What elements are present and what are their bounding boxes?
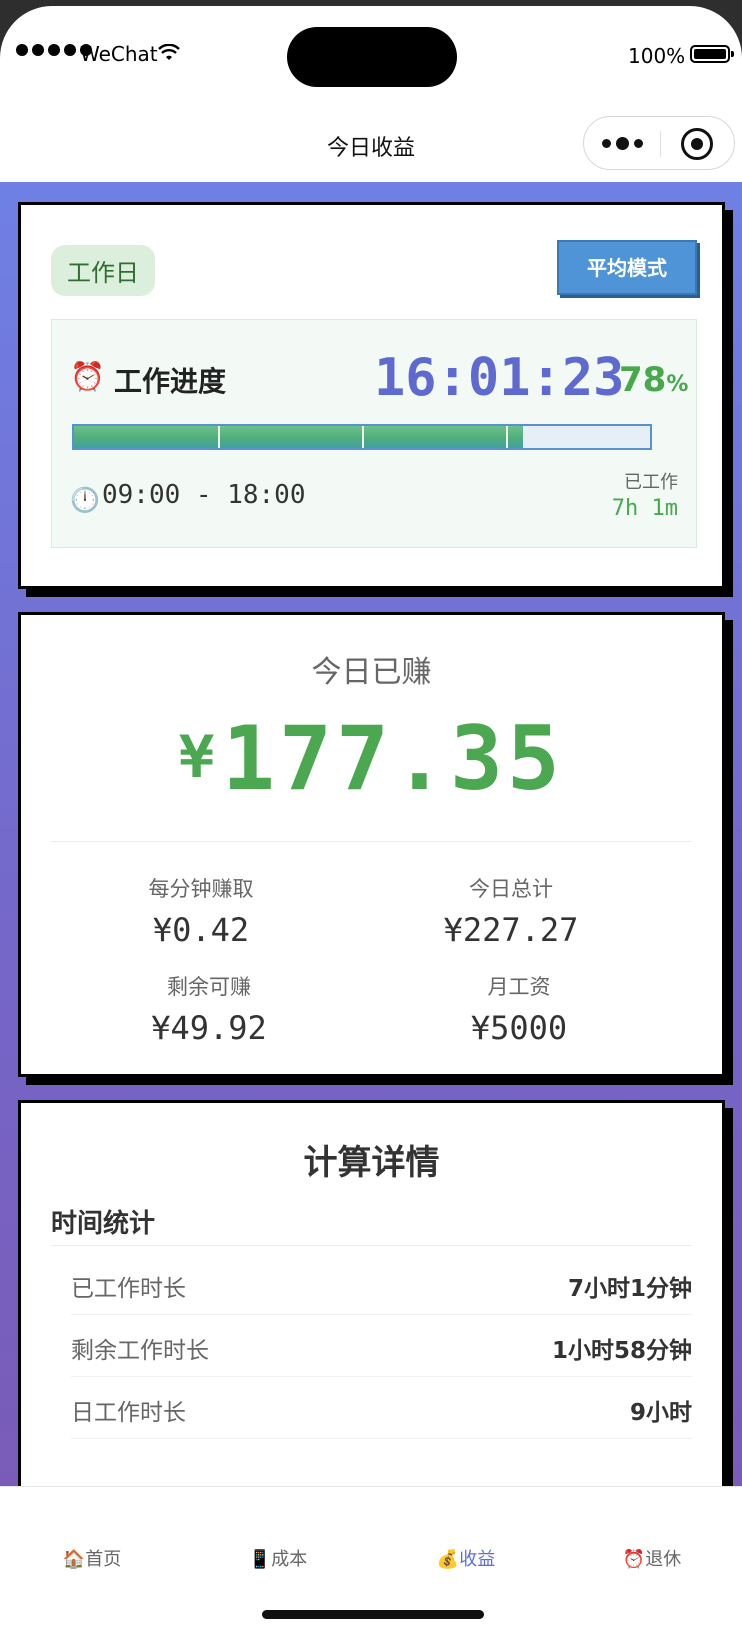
nav-bar: 今日收益: [0, 106, 742, 182]
details-card: 计算详情 时间统计 已工作时长 7小时1分钟 剩余工作时长 1小时58分钟 日工…: [18, 1100, 725, 1492]
more-icon[interactable]: [602, 137, 643, 150]
wifi-icon: [158, 44, 180, 60]
detail-value: 1小时58分钟: [551, 1338, 692, 1364]
section-title: 时间统计: [51, 1209, 156, 1239]
capsule-divider: [660, 131, 661, 157]
close-target-icon[interactable]: [681, 128, 713, 160]
stat-label: 今日总计: [469, 877, 553, 901]
stat-value: ¥227.27: [443, 911, 579, 949]
home-indicator: [262, 1610, 484, 1619]
earned-today-amount: ¥177.35: [21, 707, 722, 810]
status-bar: WeChat 100%: [0, 6, 742, 106]
progress-bar: [72, 424, 652, 450]
dynamic-island: [287, 27, 457, 87]
detail-label: 已工作时长: [71, 1276, 186, 1302]
detail-value: 7小时1分钟: [567, 1276, 692, 1302]
stat-value: ¥5000: [470, 1009, 568, 1047]
progress-tick: [506, 426, 508, 448]
progress-bar-fill: [74, 426, 524, 448]
tab-home[interactable]: 🏠首页: [12, 1545, 172, 1571]
progress-tick: [218, 426, 220, 448]
progress-percent: 78%: [619, 360, 688, 400]
stat-label: 剩余可赚: [167, 975, 251, 999]
worked-duration: 7h 1m: [611, 496, 678, 521]
detail-label: 日工作时长: [71, 1400, 186, 1426]
battery-percent: 100%: [628, 44, 686, 68]
stat-per-minute: 每分钟赚取 ¥0.42: [51, 873, 351, 949]
progress-tick: [362, 426, 364, 448]
divider: [51, 841, 692, 842]
money-bag-icon: 💰: [436, 1549, 460, 1570]
stat-value: ¥0.42: [152, 911, 250, 949]
home-icon: 🏠: [62, 1549, 86, 1570]
work-hours: 09:00 - 18:00: [102, 480, 306, 510]
worked-label: 已工作: [624, 472, 678, 493]
mode-button[interactable]: 平均模式: [557, 240, 697, 295]
stat-monthly-salary: 月工资 ¥5000: [369, 971, 669, 1047]
detail-row: 日工作时长 9小时: [71, 1377, 692, 1439]
progress-card: 工作日 平均模式 ⏰ 工作进度 16:01:23 78% 🕛 09:00 - 1…: [18, 202, 725, 589]
carrier-name: WeChat: [80, 42, 158, 66]
tab-label: 首页: [85, 1549, 122, 1570]
stat-value: ¥49.92: [151, 1009, 267, 1047]
tab-label: 成本: [271, 1549, 308, 1570]
stat-label: 月工资: [487, 975, 551, 999]
phone-frame: WeChat 100% 今日收益 工作日 平均模式 ⏰ 工作进度 16:01:2…: [0, 0, 742, 1632]
tab-label: 退休: [645, 1549, 682, 1570]
detail-row: 已工作时长 7小时1分钟: [71, 1253, 692, 1315]
mini-program-capsule: [583, 116, 735, 170]
current-time: 16:01:23: [374, 348, 625, 408]
alarm-clock-icon: ⏰: [70, 360, 105, 393]
earned-today-label: 今日已赚: [311, 655, 432, 690]
detail-value: 9小时: [629, 1400, 692, 1426]
divider: [51, 1245, 692, 1246]
detail-row: 剩余工作时长 1小时58分钟: [71, 1315, 692, 1377]
percent-sign: %: [666, 372, 689, 397]
detail-label: 剩余工作时长: [71, 1338, 209, 1364]
tab-label: 收益: [459, 1549, 496, 1570]
battery-icon: [690, 45, 734, 63]
clock-icon: 🕛: [70, 486, 100, 514]
currency-symbol: ¥: [179, 723, 215, 791]
progress-label: 工作进度: [114, 365, 227, 398]
stat-remaining: 剩余可赚 ¥49.92: [59, 971, 359, 1047]
details-title: 计算详情: [303, 1143, 440, 1183]
progress-percent-value: 78: [619, 360, 667, 400]
tab-retirement[interactable]: ⏰退休: [572, 1545, 732, 1571]
screen: WeChat 100% 今日收益 工作日 平均模式 ⏰ 工作进度 16:01:2…: [0, 6, 742, 1632]
day-type-tag: 工作日: [51, 245, 155, 296]
tab-earnings[interactable]: 💰收益: [386, 1545, 546, 1571]
tab-cost[interactable]: 📱成本: [198, 1545, 358, 1571]
work-progress-box: ⏰ 工作进度 16:01:23 78% 🕛 09:00 - 18:00 已工作 …: [51, 319, 697, 548]
phone-icon: 📱: [248, 1549, 272, 1570]
stat-label: 每分钟赚取: [148, 877, 254, 901]
stat-today-total: 今日总计 ¥227.27: [361, 873, 661, 949]
earnings-card: 今日已赚 ¥177.35 每分钟赚取 ¥0.42 今日总计 ¥227.27 剩余…: [18, 612, 725, 1077]
content-area: 工作日 平均模式 ⏰ 工作进度 16:01:23 78% 🕛 09:00 - 1…: [0, 182, 742, 1492]
alarm-clock-icon: ⏰: [622, 1549, 646, 1570]
earned-value: 177.35: [222, 707, 564, 810]
